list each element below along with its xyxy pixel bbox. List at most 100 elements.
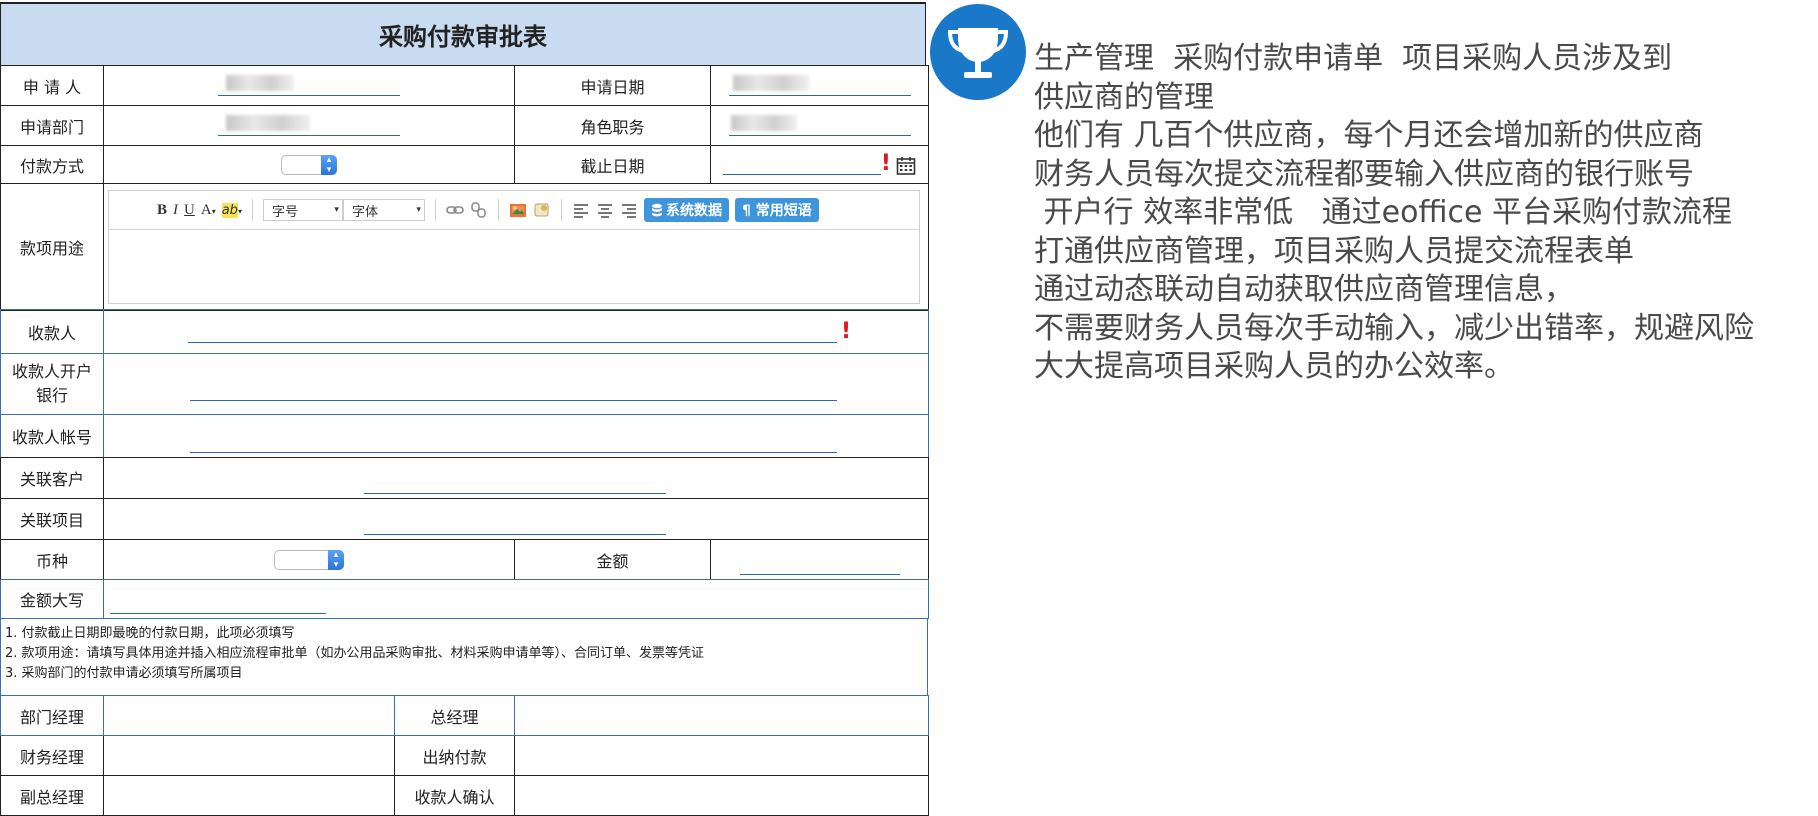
dept-manager-field[interactable] xyxy=(103,695,395,736)
form-title: 采购付款审批表 xyxy=(0,2,926,66)
chevron-updown-icon: ▴ ▾ xyxy=(321,154,337,175)
toolbar-divider xyxy=(497,199,499,221)
applicant-field[interactable] xyxy=(103,65,515,106)
description-line: 开户行 效率非常低 通过eoffice 平台采购付款流程 xyxy=(1034,195,1732,230)
role-field[interactable] xyxy=(710,105,929,146)
amount-table: 币种 ▴ ▾ 金额 xyxy=(0,539,929,580)
apply-date-field[interactable] xyxy=(710,65,929,106)
label-role: 角色职务 xyxy=(514,105,711,146)
emoticon-icon[interactable] xyxy=(533,202,551,218)
editor-content-area[interactable] xyxy=(109,230,919,304)
apply-date-value-redacted xyxy=(732,74,809,91)
amount-upper-table: 金额大写 xyxy=(0,579,929,619)
align-right-icon[interactable] xyxy=(620,202,638,218)
label-cashier-payment: 出纳付款 xyxy=(394,735,515,776)
calendar-icon[interactable] xyxy=(896,156,916,176)
font-family-select[interactable]: 字体 ▾ xyxy=(342,199,425,221)
system-data-button[interactable]: 系统数据 xyxy=(643,198,729,222)
form-header-table: 申 请 人 申请日期 申请部门 角色职务 付款方式 ▴ ▾ 截止日期 ! xyxy=(0,65,929,184)
payee-bank-cell xyxy=(103,353,929,415)
amount-upper-input[interactable] xyxy=(110,595,326,614)
note-item: 3. 采购部门的付款申请必须填写所属项目 xyxy=(5,666,243,681)
department-value-redacted xyxy=(226,114,310,131)
unlink-icon[interactable] xyxy=(470,202,488,218)
required-mark: ! xyxy=(841,318,852,344)
payment-method-select[interactable]: ▴ ▾ xyxy=(281,154,337,175)
highlight-icon: ab xyxy=(221,202,238,218)
required-mark: ! xyxy=(880,151,891,177)
note-item: 2. 款项用途：请填写具体用途并插入相应流程审批单（如办公用品采购审批、材料采购… xyxy=(5,646,705,661)
related-customer-input[interactable] xyxy=(364,475,666,494)
amount-cell xyxy=(710,539,929,580)
amount-input[interactable] xyxy=(739,556,900,575)
label-amount-upper: 金额大写 xyxy=(0,579,104,619)
description-line: 他们有 几百个供应商，每个月还会增加新的供应商 xyxy=(1034,118,1704,153)
insert-image-icon[interactable] xyxy=(509,202,527,218)
finance-manager-field[interactable] xyxy=(103,735,395,776)
toolbar-divider xyxy=(251,199,253,221)
form-notes: 1. 付款截止日期即最晚的付款日期，此项必须填写 2. 款项用途：请填写具体用途… xyxy=(0,618,928,696)
highlight-button[interactable]: ab▾ xyxy=(221,202,242,218)
label-deputy-gm: 副总经理 xyxy=(0,775,104,816)
general-manager-field[interactable] xyxy=(514,695,929,736)
caret-down-icon: ▾ xyxy=(237,206,242,216)
system-data-label: 系统数据 xyxy=(665,203,722,219)
label-finance-manager: 财务经理 xyxy=(0,735,104,776)
related-customer-cell xyxy=(103,457,929,499)
label-general-manager: 总经理 xyxy=(394,695,515,736)
caret-down-icon: ▾ xyxy=(211,206,216,216)
label-payment-method: 付款方式 xyxy=(0,145,104,184)
rich-text-editor[interactable]: B I U A▾ ab▾ 字号 ▾ 字体 ▾ 系统数据 ¶ 常用短语 xyxy=(108,190,920,304)
font-color-button[interactable]: A▾ xyxy=(201,202,216,219)
font-family-label: 字体 xyxy=(351,204,378,220)
payee-input[interactable] xyxy=(188,324,837,343)
payee-account-input[interactable] xyxy=(190,434,837,453)
deadline-cell: ! xyxy=(710,145,929,184)
currency-cell: ▴ ▾ xyxy=(103,539,515,580)
font-size-select[interactable]: 字号 ▾ xyxy=(262,199,343,221)
label-dept-manager: 部门经理 xyxy=(0,695,104,736)
description-line: 生产管理 采购付款申请单 项目采购人员涉及到 xyxy=(1034,41,1673,76)
label-currency: 币种 xyxy=(0,539,104,580)
signature-table: 部门经理 总经理 财务经理 出纳付款 副总经理 收款人确认 xyxy=(0,695,929,816)
payee-bank-input[interactable] xyxy=(190,382,837,401)
description-line: 大大提高项目采购人员的办公效率。 xyxy=(1034,349,1514,384)
database-icon xyxy=(651,203,662,217)
label-related-customer: 关联客户 xyxy=(0,457,104,499)
trophy-icon xyxy=(930,4,1026,100)
deadline-input[interactable] xyxy=(722,156,881,176)
label-deadline: 截止日期 xyxy=(514,145,711,184)
bold-button[interactable]: B xyxy=(157,202,167,219)
payee-account-cell xyxy=(103,414,929,458)
approval-form: 采购付款审批表 申 请 人 申请日期 申请部门 角色职务 付款方式 ▴ ▾ 截止… xyxy=(0,0,929,816)
cashier-payment-field[interactable] xyxy=(514,735,929,776)
label-payee: 收款人 xyxy=(0,309,104,354)
font-size-label: 字号 xyxy=(271,204,298,220)
description-line: 打通供应商管理，项目采购人员提交流程表单 xyxy=(1034,233,1634,269)
underline-button[interactable]: U xyxy=(184,202,195,219)
related-project-input[interactable] xyxy=(364,516,666,535)
label-department: 申请部门 xyxy=(0,105,104,146)
align-center-icon[interactable] xyxy=(596,202,614,218)
payee-cell: ! xyxy=(103,309,929,354)
label-payee-account: 收款人帐号 xyxy=(0,414,104,458)
editor-toolbar: B I U A▾ ab▾ 字号 ▾ 字体 ▾ 系统数据 ¶ 常用短语 xyxy=(109,191,919,230)
toolbar-divider xyxy=(434,199,436,221)
description-line: 不需要财务人员每次手动输入，减少出错率，规避风险 xyxy=(1034,310,1754,346)
payee-confirm-field[interactable] xyxy=(514,775,929,816)
deputy-gm-field[interactable] xyxy=(103,775,395,816)
related-table: 关联客户 关联项目 xyxy=(0,457,929,540)
related-project-cell xyxy=(103,498,929,540)
common-phrases-button[interactable]: ¶ 常用短语 xyxy=(734,198,819,222)
common-phrases-label: ¶ 常用短语 xyxy=(741,203,812,219)
chevron-updown-icon: ▴ ▾ xyxy=(328,549,344,570)
description-line: 通过动态联动自动获取供应商管理信息， xyxy=(1034,272,1574,307)
align-left-icon[interactable] xyxy=(572,202,590,218)
amount-upper-cell xyxy=(103,579,929,619)
label-applicant: 申 请 人 xyxy=(0,65,104,106)
note-item: 1. 付款截止日期即最晚的付款日期，此项必须填写 xyxy=(5,626,295,641)
currency-select[interactable]: ▴ ▾ xyxy=(274,549,344,570)
italic-button[interactable]: I xyxy=(173,202,178,219)
link-icon[interactable] xyxy=(446,202,464,218)
department-field[interactable] xyxy=(103,105,515,146)
